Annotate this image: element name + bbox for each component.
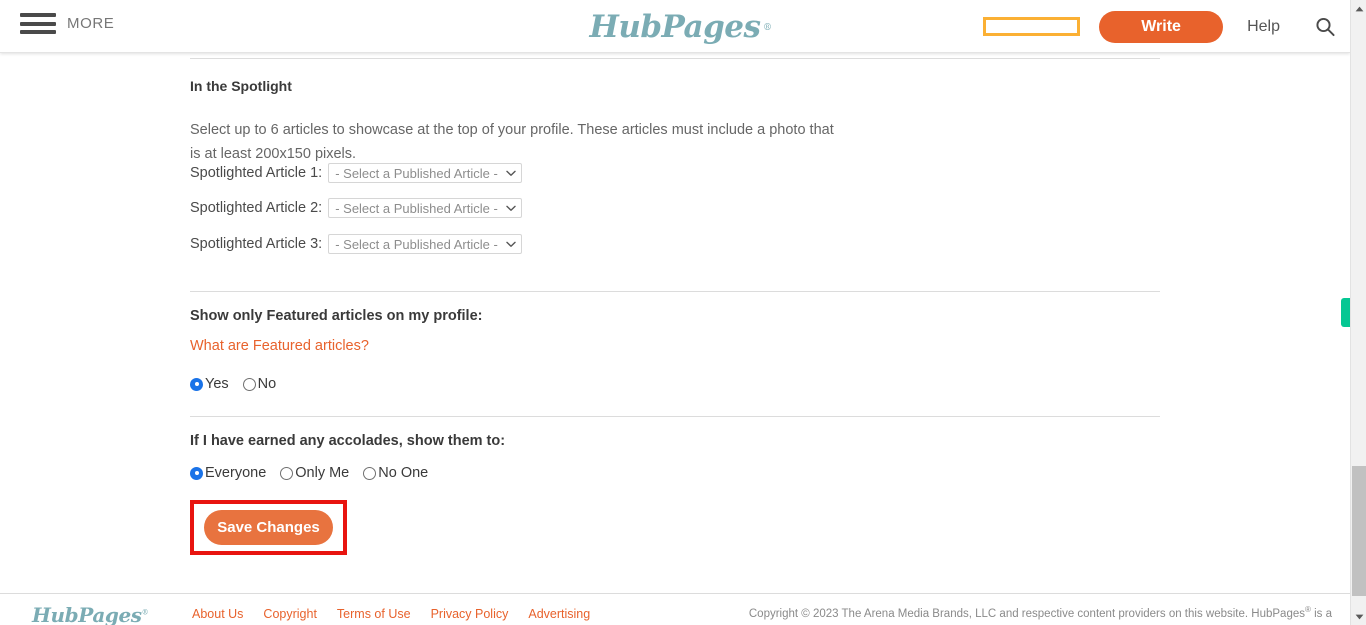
featured-radio-yes[interactable]: Yes	[190, 376, 229, 392]
footer-logo: HubPages®	[32, 603, 149, 625]
header-actions: Write Help	[983, 0, 1336, 53]
page-title: In the Spotlight	[190, 78, 292, 94]
save-button-highlight: Save Changes	[190, 500, 347, 555]
radio-indicator	[190, 377, 203, 391]
page-root: MORE HubPages ® Write Help In the Spotlig…	[0, 0, 1366, 625]
radio-indicator	[242, 377, 256, 391]
spotlight-row-2: Spotlighted Article 2: - Select a Publis…	[190, 198, 523, 218]
site-logo-text: HubPages ®	[589, 9, 772, 45]
accolades-radio-no-one[interactable]: No One	[363, 465, 428, 481]
site-header: MORE HubPages ® Write Help	[0, 0, 1350, 53]
spotlight-row-3: Spotlighted Article 3: - Select a Publis…	[190, 234, 523, 254]
featured-radio-no[interactable]: No	[242, 376, 277, 392]
chevron-down-icon	[506, 241, 516, 247]
save-changes-button[interactable]: Save Changes	[204, 510, 333, 545]
footer-copyright-tail: is a	[1310, 607, 1332, 620]
accolades-radio-only-me-label: Only Me	[295, 465, 350, 481]
hamburger-icon	[20, 11, 56, 36]
footer-logo-wordmark: HubPages	[32, 603, 142, 625]
accolades-question-label: If I have earned any accolades, show the…	[190, 433, 506, 449]
footer-link-advertising[interactable]: Advertising	[528, 607, 590, 621]
footer-link-about-us[interactable]: About Us	[192, 607, 243, 621]
section-divider-1	[190, 291, 1160, 292]
spotlight-select-value-1: - Select a Published Article -	[335, 165, 498, 181]
vertical-scrollbar[interactable]	[1350, 0, 1366, 625]
footer-copyright: Copyright © 2023 The Arena Media Brands,…	[749, 605, 1332, 620]
spotlight-select-value-2: - Select a Published Article -	[335, 200, 498, 216]
scroll-down-arrow-icon[interactable]	[1351, 608, 1366, 625]
footer-link-terms-of-use[interactable]: Terms of Use	[337, 607, 411, 621]
registered-mark: ®	[141, 608, 149, 617]
more-menu-button[interactable]: MORE	[20, 11, 114, 36]
site-footer: HubPages® About Us Copyright Terms of Us…	[0, 593, 1350, 625]
site-logo-wordmark: HubPages	[589, 9, 761, 45]
accolades-radio-no-one-label: No One	[378, 465, 429, 481]
footer-links: About Us Copyright Terms of Use Privacy …	[192, 607, 590, 621]
accolades-radio-group: Everyone Only Me No One	[190, 465, 428, 481]
chevron-down-icon	[506, 205, 516, 211]
spotlight-select-3[interactable]: - Select a Published Article -	[328, 234, 523, 254]
highlighted-empty-field[interactable]	[983, 17, 1081, 36]
radio-indicator	[190, 466, 203, 480]
radio-indicator	[280, 466, 294, 480]
registered-mark: ®	[762, 23, 772, 33]
accolades-radio-everyone[interactable]: Everyone	[190, 465, 266, 481]
accolades-radio-only-me[interactable]: Only Me	[280, 465, 349, 481]
help-link[interactable]: Help	[1247, 18, 1280, 36]
more-menu-label: MORE	[67, 15, 115, 32]
content-top-divider	[190, 58, 1160, 59]
spotlight-label-1: Spotlighted Article 1:	[190, 165, 323, 181]
write-button[interactable]: Write	[1099, 10, 1224, 43]
side-feedback-tab[interactable]	[1341, 298, 1350, 327]
spotlight-label-3: Spotlighted Article 3:	[190, 236, 323, 252]
scroll-up-arrow-icon[interactable]	[1351, 0, 1366, 17]
search-icon[interactable]	[1314, 16, 1336, 38]
footer-link-privacy-policy[interactable]: Privacy Policy	[431, 607, 509, 621]
what-are-featured-articles-link[interactable]: What are Featured articles?	[190, 338, 369, 354]
featured-radio-no-label: No	[257, 376, 277, 392]
footer-link-copyright[interactable]: Copyright	[263, 607, 317, 621]
footer-copyright-text: Copyright © 2023 The Arena Media Brands,…	[748, 607, 1305, 620]
featured-radio-group: Yes No	[190, 376, 276, 392]
scrollbar-thumb[interactable]	[1352, 466, 1366, 596]
spotlight-select-2[interactable]: - Select a Published Article -	[328, 198, 523, 218]
chevron-down-icon	[506, 170, 516, 176]
main-content: In the Spotlight Select up to 6 articles…	[0, 53, 1350, 593]
spotlight-select-1[interactable]: - Select a Published Article -	[328, 163, 523, 183]
spotlight-select-value-3: - Select a Published Article -	[335, 236, 498, 252]
section-description: Select up to 6 articles to showcase at t…	[190, 121, 834, 162]
accolades-radio-everyone-label: Everyone	[205, 465, 267, 481]
radio-indicator	[363, 466, 377, 480]
featured-question-label: Show only Featured articles on my profil…	[190, 308, 483, 324]
section-divider-2	[190, 416, 1160, 417]
spotlight-row-1: Spotlighted Article 1: - Select a Publis…	[190, 163, 523, 183]
featured-radio-yes-label: Yes	[205, 376, 229, 392]
spotlight-label-2: Spotlighted Article 2:	[190, 200, 323, 216]
